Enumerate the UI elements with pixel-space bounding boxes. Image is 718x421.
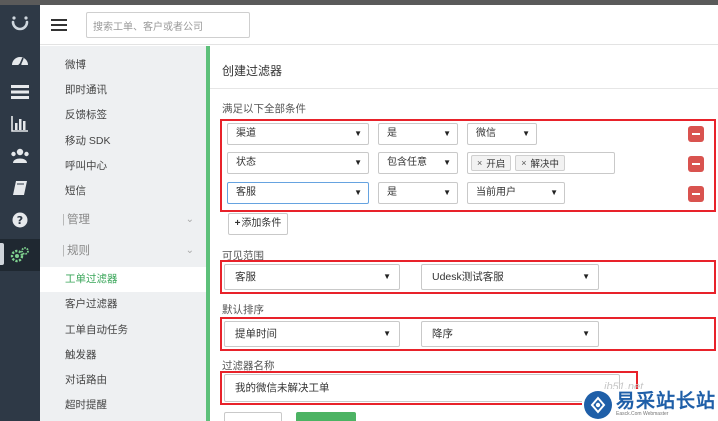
- condition-field-select[interactable]: 状态 ▼: [227, 152, 369, 174]
- close-icon[interactable]: ×: [521, 158, 526, 168]
- subnav-group-rules-label: 规则: [67, 245, 90, 257]
- subnav-item-im[interactable]: 即时通讯: [40, 78, 206, 103]
- condition-operator-select[interactable]: 是 ▼: [378, 123, 458, 145]
- visibility-value-select[interactable]: Udesk测试客服 ▼: [421, 264, 599, 290]
- sort-label: 默认排序: [222, 304, 264, 316]
- condition-value-select[interactable]: 当前用户 ▼: [467, 182, 565, 204]
- watermark-title: 易采站长站: [616, 391, 717, 412]
- condition-value-select[interactable]: 微信 ▼: [467, 123, 537, 145]
- subnav-item-triggers[interactable]: 触发器: [40, 343, 206, 368]
- subnav-item-feedback-tags[interactable]: 反馈标签: [40, 103, 206, 128]
- subnav-item-sms[interactable]: 短信: [40, 179, 206, 204]
- top-bar: 搜索工单、客户或者公司: [40, 5, 718, 45]
- subnav-item-chat-routing[interactable]: 对话路由: [40, 368, 206, 393]
- users-icon[interactable]: [0, 141, 40, 171]
- condition-operator-select[interactable]: 是 ▼: [378, 182, 458, 204]
- close-icon[interactable]: ×: [477, 158, 482, 168]
- list-icon[interactable]: [0, 77, 40, 107]
- book-icon[interactable]: [0, 173, 40, 203]
- add-condition-button[interactable]: +添加条件: [228, 213, 288, 235]
- svg-text:?: ?: [17, 214, 23, 227]
- subnav-group-rules[interactable]: | 规则 ⌄: [40, 237, 206, 265]
- bar-chart-icon[interactable]: [0, 109, 40, 139]
- remove-condition-button[interactable]: [688, 156, 704, 172]
- divider: [210, 88, 718, 89]
- subnav-item-timeout-alerts[interactable]: 超时提醒: [40, 393, 206, 418]
- watermark-logo-icon: [584, 391, 612, 419]
- condition-field-select[interactable]: 客服 ▼: [227, 182, 369, 204]
- tag-resolving[interactable]: × 解决中: [515, 155, 566, 171]
- subnav-group-manage[interactable]: | 管理 ⌄: [40, 206, 206, 234]
- sort-field-select[interactable]: 提单时间 ▼: [224, 321, 400, 347]
- subnav-item-ticket-automation[interactable]: 工单自动任务: [40, 318, 206, 343]
- condition-operator-select[interactable]: 包含任意 ▼: [378, 152, 458, 174]
- watermark-subtitle: Easck.Com Webmaster: [616, 411, 669, 417]
- visibility-type-select[interactable]: 客服 ▼: [224, 264, 400, 290]
- plus-icon: +: [234, 218, 241, 229]
- subnav-item-weibo[interactable]: 微博: [40, 53, 206, 78]
- settings-icon[interactable]: [0, 239, 40, 271]
- menu-icon[interactable]: [50, 17, 68, 33]
- watermark: 易采站长站 Easck.Com Webmaster: [582, 389, 718, 421]
- help-icon[interactable]: ?: [0, 205, 40, 235]
- subnav-item-ticket-filters[interactable]: 工单过滤器: [40, 267, 206, 292]
- subnav-group-manage-label: 管理: [67, 214, 90, 226]
- subnav-item-call-center[interactable]: 呼叫中心: [40, 154, 206, 179]
- cancel-button[interactable]: [224, 412, 282, 421]
- filter-form: 创建过滤器 满足以下全部条件 渠道 ▼ 是 ▼ 微信 ▼ 状态 ▼ 包含任意 ▼ × 开启 …: [210, 46, 718, 421]
- search-input[interactable]: 搜索工单、客户或者公司: [86, 12, 250, 38]
- page-title: 创建过滤器: [222, 64, 283, 78]
- rail-collapse-tab[interactable]: [0, 243, 4, 265]
- settings-subnav: 微博 即时通讯 反馈标签 移动 SDK 呼叫中心 短信 | 管理 ⌄ | 规则 ⌄ …: [40, 46, 206, 421]
- subnav-item-mobile-sdk[interactable]: 移动 SDK: [40, 129, 206, 154]
- remove-condition-button[interactable]: [688, 186, 704, 202]
- tag-open[interactable]: × 开启: [471, 155, 512, 171]
- conditions-label: 满足以下全部条件: [222, 103, 306, 115]
- save-button[interactable]: [296, 412, 356, 421]
- sort-order-select[interactable]: 降序 ▼: [421, 321, 599, 347]
- subnav-item-customer-filters[interactable]: 客户过滤器: [40, 292, 206, 317]
- chevron-down-icon: ⌄: [185, 214, 194, 225]
- dashboard-icon[interactable]: [0, 45, 40, 75]
- condition-field-select[interactable]: 渠道 ▼: [227, 123, 369, 145]
- chevron-down-icon: ⌄: [185, 245, 194, 256]
- filter-name-input[interactable]: 我的微信未解决工单: [224, 374, 620, 402]
- logo-icon[interactable]: [0, 9, 40, 41]
- icon-rail: ?: [0, 5, 40, 421]
- remove-condition-button[interactable]: [688, 126, 704, 142]
- condition-tags-input[interactable]: × 开启 × 解决中: [467, 152, 615, 174]
